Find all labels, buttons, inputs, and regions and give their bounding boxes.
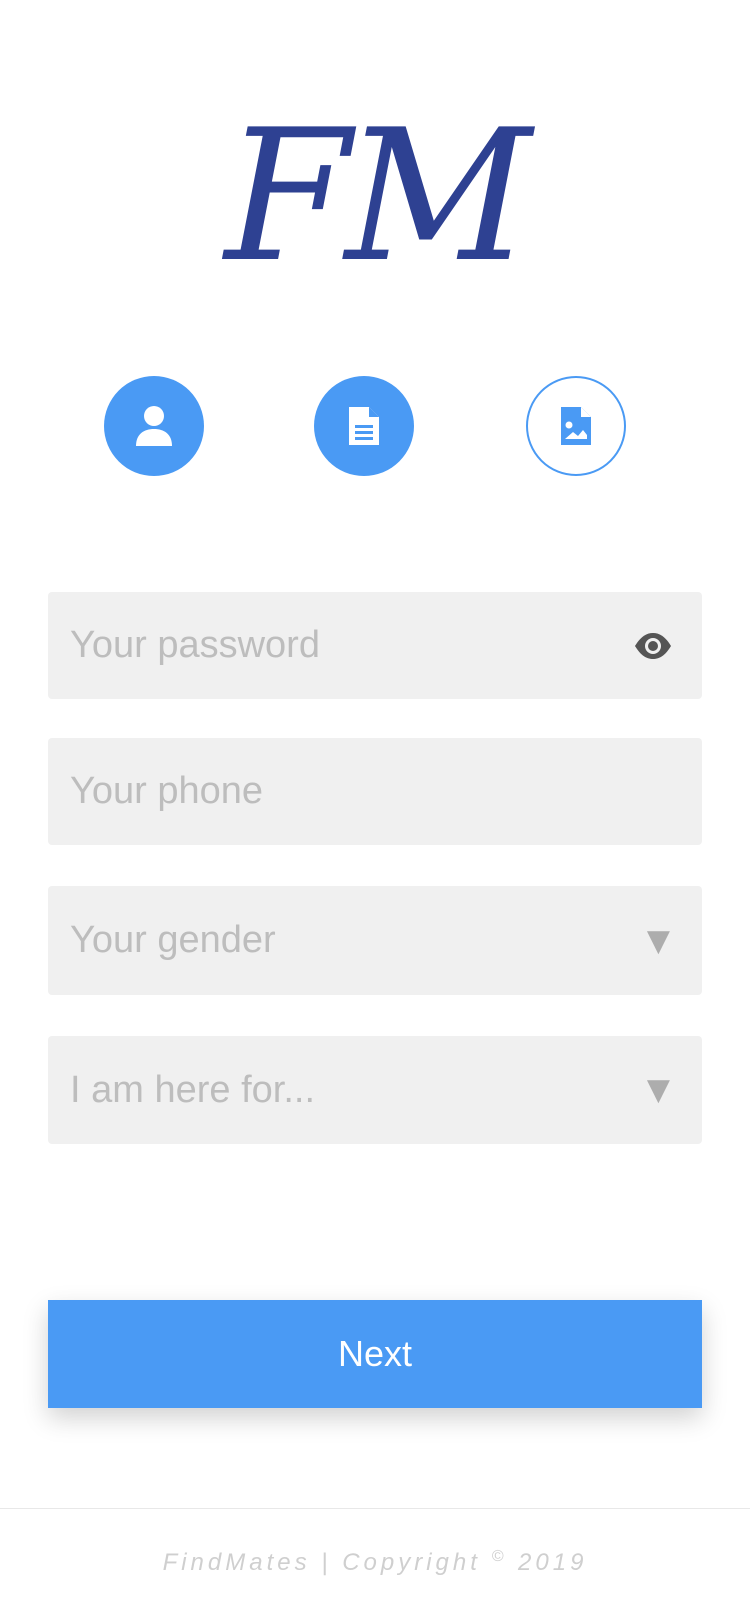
copyright-symbol: © bbox=[491, 1548, 508, 1565]
eye-icon[interactable] bbox=[634, 632, 672, 660]
footer-brand: FindMates bbox=[162, 1549, 311, 1576]
caret-down-icon: ▼ bbox=[646, 1072, 670, 1108]
caret-down-icon: ▼ bbox=[646, 923, 670, 958]
footer-separator: | bbox=[321, 1549, 332, 1576]
app-logo: FM bbox=[224, 90, 532, 302]
footer-year: 2019 bbox=[518, 1549, 588, 1576]
step-details[interactable] bbox=[314, 376, 414, 476]
password-field bbox=[48, 592, 702, 699]
step-personal-info[interactable] bbox=[104, 376, 204, 476]
step-indicator bbox=[0, 376, 750, 476]
gender-select[interactable]: Your gender ▼ bbox=[48, 886, 702, 995]
footer-copyright-label: Copyright bbox=[342, 1549, 481, 1576]
password-input[interactable] bbox=[48, 592, 702, 699]
footer-copyright: FindMates | Copyright © 2019 bbox=[0, 1548, 750, 1577]
next-button[interactable]: Next bbox=[48, 1300, 702, 1408]
purpose-select[interactable]: I am here for... ▼ bbox=[48, 1036, 702, 1144]
footer-divider bbox=[0, 1508, 750, 1509]
phone-field bbox=[48, 738, 702, 845]
document-icon bbox=[349, 407, 379, 445]
user-icon bbox=[136, 406, 172, 446]
purpose-select-label: I am here for... bbox=[70, 1068, 315, 1111]
gender-select-label: Your gender bbox=[70, 919, 276, 961]
phone-input[interactable] bbox=[48, 738, 702, 845]
image-document-icon bbox=[561, 407, 591, 445]
step-photo[interactable] bbox=[526, 376, 626, 476]
